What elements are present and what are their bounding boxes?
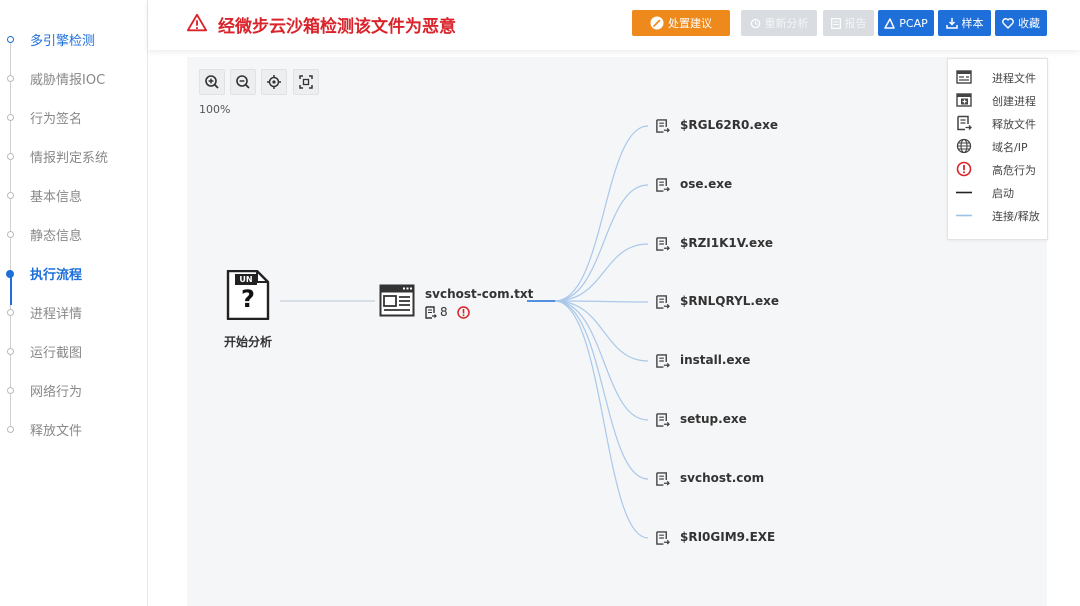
dropped-file-name: $RZI1K1V.exe [680,236,774,250]
start-node-glyph: ? [241,285,255,313]
dropped-file-node[interactable]: $RNLQRYL.exe [655,293,785,311]
dropped-file-name: svchost.com [680,471,765,485]
high-risk-alert-icon[interactable] [457,306,470,319]
release-edge [554,300,649,539]
drop-file-icon [656,531,670,545]
dropped-file-node[interactable]: install.exe [655,352,785,370]
drop-file-icon [656,119,670,133]
dropped-file-name: $RGL62R0.exe [680,118,778,132]
drop-file-icon [656,472,670,486]
dropped-file-node[interactable]: $RZI1K1V.exe [655,235,785,253]
start-node-label: 开始分析 [224,335,273,349]
legend-item-drop-file: 释放文件 [956,114,1046,132]
drop-file-icon [656,354,670,368]
create-process-icon [956,93,972,107]
dropped-file-node[interactable]: $RGL62R0.exe [655,117,785,135]
drop-file-icon [957,115,972,131]
legend-item-create-process: 创建进程 [956,91,1046,109]
legend-label: 启动 [992,187,1014,200]
legend-label: 高危行为 [992,164,1036,177]
drop-file-icon [656,295,670,309]
process-node-name: svchost-com.txt [425,287,534,301]
alert-icon [956,161,972,177]
legend-label: 创建进程 [992,95,1036,108]
release-edge [554,243,649,302]
legend-item-connect-release: 连接/释放 [956,206,1046,224]
solid-line-icon [956,191,972,194]
dropped-file-name: install.exe [680,353,751,367]
legend-label: 释放文件 [992,118,1036,131]
legend-label: 连接/释放 [992,210,1040,223]
legend-item-launch: 启动 [956,183,1046,201]
dropped-file-node[interactable]: $RI0GIM9.EXE [655,529,785,547]
process-node-meta: 8 [425,305,485,321]
process-window-icon [379,284,415,317]
drop-file-icon [656,178,670,192]
legend-label: 域名/IP [992,141,1028,154]
legend-label: 进程文件 [992,72,1036,85]
globe-icon [956,138,972,154]
legend-item-domain-ip: 域名/IP [956,137,1046,155]
dropped-file-node[interactable]: ose.exe [655,176,785,194]
release-edge [554,300,649,362]
start-node-badge: UN [239,275,253,284]
process-node[interactable] [379,284,419,320]
drop-file-icon [656,413,670,427]
graph-legend: 进程文件 创建进程 释放文件 域名/IP 高危行为 启动 连接/释放 [947,58,1048,240]
drop-file-icon [656,237,670,251]
release-edge [554,300,649,303]
legend-item-high-risk: 高危行为 [956,160,1046,178]
legend-item-process-file: 进程文件 [956,68,1046,86]
release-edge [554,300,649,421]
start-node[interactable]: UN ? [225,270,270,320]
process-file-icon [956,70,972,84]
drop-file-icon [425,306,437,319]
dropped-file-node[interactable]: setup.exe [655,411,785,429]
drop-count: 8 [440,305,448,319]
dropped-file-name: ose.exe [680,177,733,191]
dropped-file-name: setup.exe [680,412,747,426]
dropped-file-name: $RNLQRYL.exe [680,294,779,308]
graph-edges [280,125,649,539]
dropped-file-node[interactable]: svchost.com [655,470,785,488]
release-edge [554,184,649,302]
dropped-file-name: $RI0GIM9.EXE [680,530,776,544]
light-line-icon [956,214,972,217]
